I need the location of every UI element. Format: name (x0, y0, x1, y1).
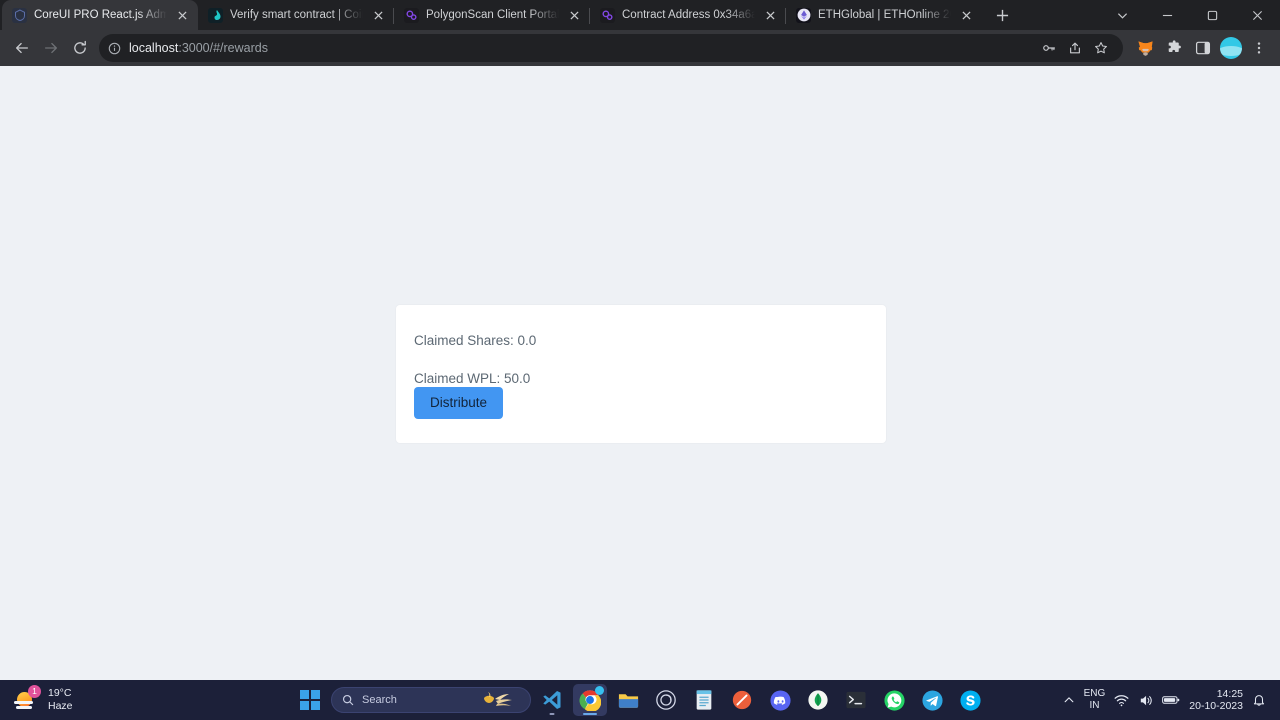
forward-arrow-icon[interactable] (37, 34, 65, 62)
close-icon[interactable] (174, 7, 190, 23)
browser-toolbar: localhost:3000/#/rewards (0, 30, 1280, 66)
reload-icon[interactable] (66, 34, 94, 62)
windows-start-icon[interactable] (293, 684, 327, 716)
taskbar-search[interactable]: Search (331, 687, 531, 713)
share-icon[interactable] (1063, 36, 1087, 60)
browser-tab-ethglobal[interactable]: ETHGlobal | ETHOnline 2023 (786, 0, 982, 30)
telegram-icon[interactable] (915, 684, 949, 716)
url-host: localhost (129, 41, 179, 55)
info-circle-icon[interactable] (108, 42, 121, 55)
close-icon[interactable] (370, 7, 386, 23)
tab-strip: CoreUI PRO React.js Admin Tem Verify sma… (0, 0, 1280, 30)
browser-tab-coreui[interactable]: CoreUI PRO React.js Admin Tem (2, 0, 198, 30)
coreui-icon (12, 7, 27, 23)
tab-search-icon[interactable] (1100, 0, 1145, 30)
rewards-card: Claimed Shares: 0.0 Claimed WPL: 50.0 Di… (396, 305, 886, 443)
new-tab-button[interactable] (988, 1, 1016, 29)
browser-tab-contract-address[interactable]: Contract Address 0x34a6ae7e80 (590, 0, 786, 30)
whatsapp-icon[interactable] (877, 684, 911, 716)
windows-taskbar: 1 19°C Haze Search ENG IN 14:25 20-10-20… (0, 680, 1280, 720)
maximize-icon[interactable] (1190, 0, 1235, 30)
diya-lamp-illustration (478, 688, 522, 710)
bookmark-star-icon[interactable] (1089, 36, 1113, 60)
mongodb-compass-icon[interactable] (801, 684, 835, 716)
tab-title: ETHGlobal | ETHOnline 2023 (818, 9, 951, 21)
address-bar-text: localhost:3000/#/rewards (129, 41, 268, 55)
browser-tab-polygonscan-portal[interactable]: PolygonScan Client Portal and S (394, 0, 590, 30)
extensions-puzzle-icon[interactable] (1161, 35, 1187, 61)
search-placeholder: Search (362, 694, 397, 706)
address-bar[interactable]: localhost:3000/#/rewards (99, 34, 1123, 62)
search-icon (342, 694, 354, 706)
close-icon[interactable] (566, 7, 582, 23)
claimed-shares-text: Claimed Shares: 0.0 (414, 333, 537, 348)
opera-icon[interactable] (725, 684, 759, 716)
url-path: :3000/#/rewards (178, 41, 268, 55)
ethglobal-icon (796, 7, 811, 23)
coinsbench-icon (208, 7, 223, 23)
tab-title: CoreUI PRO React.js Admin Tem (34, 9, 167, 21)
terminal-icon[interactable] (839, 684, 873, 716)
profile-avatar[interactable] (1220, 37, 1242, 59)
skype-icon[interactable] (953, 684, 987, 716)
browser-tab-coinsbench[interactable]: Verify smart contract | CoinsBen (198, 0, 394, 30)
close-icon[interactable] (958, 7, 974, 23)
omnibox-actions (1037, 36, 1113, 60)
distribute-button[interactable]: Distribute (414, 387, 504, 419)
side-panel-icon[interactable] (1190, 35, 1216, 61)
taskbar-center: Search (0, 684, 1280, 716)
back-arrow-icon[interactable] (8, 34, 36, 62)
vscode-icon[interactable] (535, 684, 569, 716)
google-chrome-icon[interactable] (573, 684, 607, 716)
discord-icon[interactable] (763, 684, 797, 716)
close-icon[interactable] (762, 7, 778, 23)
close-icon[interactable] (1235, 0, 1280, 30)
browser-window: CoreUI PRO React.js Admin Tem Verify sma… (0, 0, 1280, 720)
tab-title: Contract Address 0x34a6ae7e80 (622, 9, 755, 21)
minimize-icon[interactable] (1145, 0, 1190, 30)
polygonscan-icon (404, 7, 419, 23)
three-dot-menu-icon[interactable] (1246, 35, 1272, 61)
page-viewport: Claimed Shares: 0.0 Claimed WPL: 50.0 Di… (0, 66, 1280, 720)
metamask-icon[interactable] (1132, 35, 1158, 61)
circle-logo-icon[interactable] (649, 684, 683, 716)
polygonscan-icon (600, 7, 615, 23)
notepad-icon[interactable] (687, 684, 721, 716)
claimed-wpl-text: Claimed WPL: 50.0 (414, 371, 531, 387)
chrome-badge (595, 686, 604, 695)
file-explorer-icon[interactable] (611, 684, 645, 716)
window-controls (1100, 0, 1280, 30)
tab-title: PolygonScan Client Portal and S (426, 9, 559, 21)
tab-title: Verify smart contract | CoinsBen (230, 9, 363, 21)
password-key-icon[interactable] (1037, 36, 1061, 60)
